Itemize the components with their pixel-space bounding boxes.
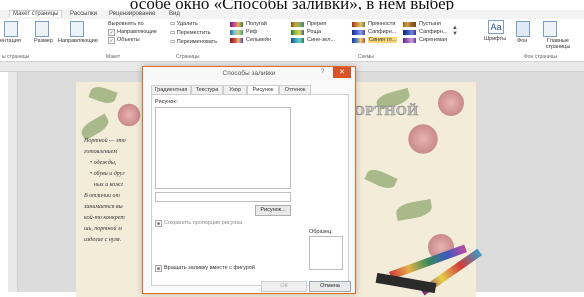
scheme-name: Сиреневая xyxy=(419,37,448,43)
document-text[interactable]: Портной — это готовлением • одежды, • об… xyxy=(84,136,144,246)
tab-page-layout[interactable]: Макет страницы xyxy=(9,10,63,17)
scheme-swatch xyxy=(352,38,365,43)
rename-page-button[interactable]: ▭ Переименовать xyxy=(170,39,217,45)
objects-check-label: Объекты xyxy=(117,37,140,43)
leaf-decoration xyxy=(88,83,118,107)
guides-checkbox[interactable]: ✓ xyxy=(108,29,115,36)
doc-line: ных и кожг xyxy=(94,182,124,188)
delete-page-button[interactable]: ▭ Удалить xyxy=(170,21,198,27)
wordart-title[interactable]: ОРТНОЙ xyxy=(354,104,419,120)
keep-ratio-label: Сохранять пропорции рисунка xyxy=(164,220,243,226)
doc-line: изделие с нуля. xyxy=(84,237,122,243)
fill-effects-dialog: Способы заливки ? ✕ Градиентная Текстура… xyxy=(142,66,356,294)
master-pages-icon[interactable] xyxy=(543,21,557,37)
scheme-scroll-arrows[interactable]: ▲ ▼ xyxy=(452,25,458,37)
scheme-name-selected: Синяя гл... xyxy=(368,37,398,43)
rose-decoration xyxy=(436,88,466,118)
guides-check-label: Направляющие xyxy=(117,29,157,35)
scheme-swatch xyxy=(403,38,416,43)
scheme-name: Сине-зел... xyxy=(307,37,336,43)
doc-line: • одежды, xyxy=(90,160,117,166)
scheme-swatch xyxy=(291,38,304,43)
size-icon[interactable] xyxy=(35,21,49,37)
tab-view[interactable]: Вид xyxy=(169,11,180,17)
fonts-icon[interactable]: Aa xyxy=(488,20,504,34)
help-button[interactable]: ? xyxy=(321,69,324,75)
sample-label: Образец: xyxy=(309,229,333,235)
master-pages-label[interactable]: Главные страницы xyxy=(538,38,578,50)
keep-ratio-checkbox[interactable]: ■ xyxy=(155,220,162,227)
scheme-name: Прянности xyxy=(368,21,396,27)
tab-mailings[interactable]: Рассылки xyxy=(70,11,97,17)
choose-picture-button[interactable]: Рисунок... xyxy=(255,205,291,216)
ribbon: ентация Размер Направляющие Выровнять по… xyxy=(0,19,584,62)
background-label[interactable]: Фон xyxy=(517,38,527,44)
doc-line: • обуви и друг xyxy=(90,171,125,177)
sample-preview xyxy=(309,236,343,270)
delete-label: Удалить xyxy=(176,21,198,27)
scheme-swatch xyxy=(352,30,365,35)
group-label: Фон страницы xyxy=(524,54,558,60)
group-label: ы страницы xyxy=(2,54,30,60)
scheme-swatch xyxy=(230,38,243,43)
guides-icon[interactable] xyxy=(70,21,84,37)
size-label[interactable]: Размер xyxy=(34,38,53,44)
scissors-image xyxy=(375,272,437,294)
picture-preview xyxy=(155,107,291,189)
rotate-fill-label: Вращать заливку вместе с фигурой xyxy=(164,265,255,271)
rose-decoration xyxy=(116,102,142,128)
scheme-name: Полугай xyxy=(246,21,267,27)
move-page-button[interactable]: ▭ Переместить xyxy=(170,30,210,36)
scheme-swatch xyxy=(291,30,304,35)
doc-line: готовлением xyxy=(84,149,118,155)
doc-line: кой-то конкрет xyxy=(84,215,125,221)
doc-line: шь, портной м xyxy=(84,226,122,232)
caption-text: особе окно «Способы заливки», в нем выбе… xyxy=(129,0,455,10)
fonts-label[interactable]: Шрифты xyxy=(484,36,506,42)
ribbon-tabs: Макет страницы Рассылки Рецензирование В… xyxy=(0,10,584,19)
scheme-name: Роща xyxy=(307,29,322,35)
doc-line: занимается вы xyxy=(84,204,123,210)
scheme-swatch xyxy=(352,22,365,27)
scheme-swatch xyxy=(230,22,243,27)
scheme-swatch xyxy=(403,30,416,35)
guides-label[interactable]: Направляющие xyxy=(58,38,98,44)
scheme-name: Сапфирн... xyxy=(368,29,397,35)
ok-button[interactable]: ОК xyxy=(261,281,307,292)
leaf-decoration xyxy=(394,198,434,222)
background-icon[interactable] xyxy=(516,21,530,37)
scheme-name: Риф xyxy=(246,29,258,35)
doc-line: Портной — это xyxy=(84,138,126,144)
scheme-name: Сапфирн... xyxy=(419,29,448,35)
group-label: Схемы xyxy=(358,54,374,60)
leaf-decoration xyxy=(364,166,398,192)
scheme-name: Пустыня xyxy=(419,21,441,27)
rotate-fill-checkbox[interactable]: ■ xyxy=(155,265,162,272)
picture-path-field[interactable] xyxy=(155,192,291,202)
scheme-swatch xyxy=(230,30,243,35)
group-label: Макет xyxy=(106,54,121,60)
objects-checkbox[interactable]: ✓ xyxy=(108,37,115,44)
doc-line: В отличии от xyxy=(84,193,120,199)
rose-decoration xyxy=(406,122,440,156)
scheme-swatch xyxy=(403,22,416,27)
group-label: Страницы xyxy=(176,54,200,60)
picture-label: Рисунок: xyxy=(155,99,178,105)
cancel-button[interactable]: Отмена xyxy=(309,281,351,292)
move-label: Переместить xyxy=(176,30,211,36)
orientation-icon[interactable] xyxy=(4,21,18,37)
rename-label: Переименовать xyxy=(176,39,218,45)
scheme-name: Сельвейн xyxy=(246,37,271,43)
tab-review[interactable]: Рецензирование xyxy=(109,11,155,17)
vertical-ruler[interactable] xyxy=(8,72,18,292)
scheme-swatch xyxy=(291,22,304,27)
align-label[interactable]: Выровнять по xyxy=(108,21,144,27)
close-button[interactable]: ✕ xyxy=(333,67,351,78)
orientation-label[interactable]: ентация xyxy=(0,38,21,44)
scheme-name: Прерия xyxy=(307,21,327,27)
